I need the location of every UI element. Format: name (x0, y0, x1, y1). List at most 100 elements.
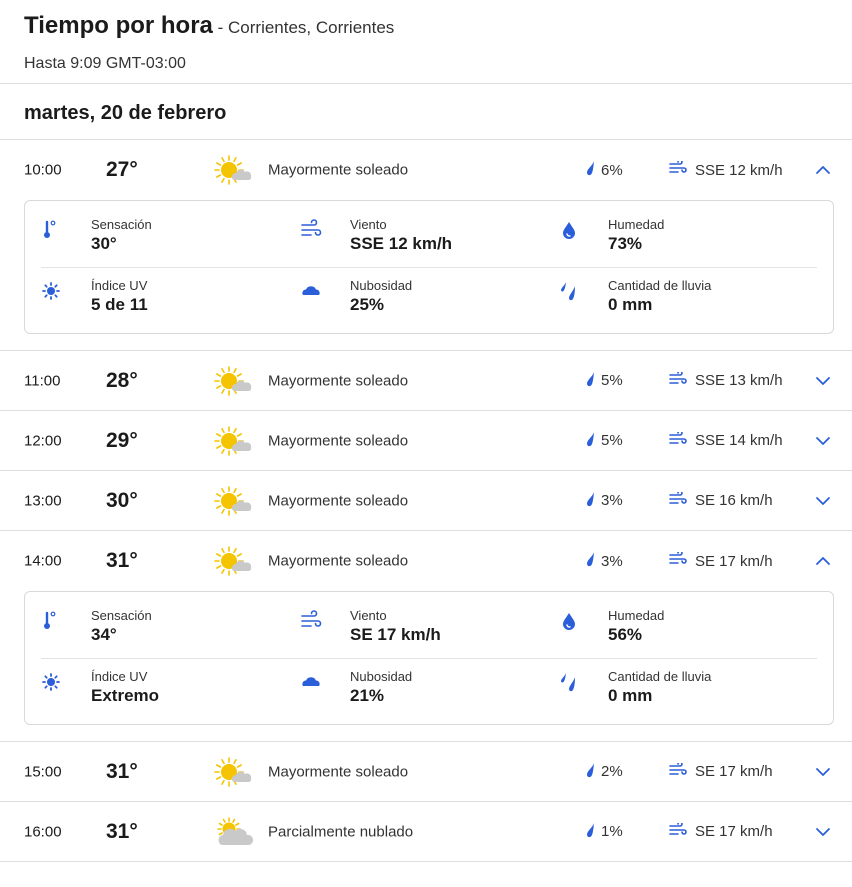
uv-index-label: Índice UV (91, 278, 148, 293)
hour-details-panel: Sensación 34° Viento SE 17 km/h Humedad 56% Ín… (0, 591, 852, 742)
chevron-up-icon[interactable] (813, 551, 833, 571)
hour-temperature: 30° (106, 488, 138, 512)
feels-like-label: Sensación (91, 608, 152, 623)
chevron-up-icon[interactable] (813, 160, 833, 180)
precipitation-value: 3% (601, 552, 623, 570)
chevron-down-icon[interactable] (813, 822, 833, 842)
mostly-sunny-icon (214, 365, 254, 397)
precipitation-value: 3% (601, 492, 623, 509)
rain-amount-icon (558, 671, 580, 693)
humidity: Humedad 56% (558, 608, 798, 652)
raindrop-icon (585, 371, 597, 391)
partly-cloudy-icon (214, 816, 254, 848)
hour-temperature: 29° (106, 428, 138, 452)
wind-icon (669, 429, 687, 450)
thermometer-icon (41, 610, 63, 632)
wind-icon (669, 369, 687, 390)
precipitation-value: 1% (601, 823, 623, 840)
rain-amount: Cantidad de lluvia 0 mm (558, 278, 798, 322)
mostly-sunny-icon (214, 425, 254, 457)
raindrop-icon (585, 431, 597, 451)
precipitation: 3% (585, 491, 623, 511)
details-card: Sensación 34° Viento SE 17 km/h Humedad 56% Ín… (24, 591, 834, 725)
wind-detail: Viento SE 17 km/h (300, 608, 540, 652)
humidity-value: 73% (608, 234, 643, 253)
wind-detail-value: SSE 12 km/h (350, 234, 453, 253)
precipitation-value: 2% (601, 763, 623, 780)
wind: SE 17 km/h (669, 550, 773, 570)
humidity-value: 56% (608, 625, 643, 644)
hour-row-1400[interactable]: 14:00 31° Mayormente soleado 3% SE 17 km… (0, 531, 852, 591)
feels-like-label: Sensación (91, 217, 152, 232)
cloud-cover-label: Nubosidad (350, 669, 413, 684)
uv-index-value: Extremo (91, 686, 160, 705)
feels-like-value: 30° (91, 234, 117, 253)
precipitation-value: 5% (601, 372, 623, 389)
precipitation: 6% (585, 160, 623, 180)
chevron-down-icon[interactable] (813, 491, 833, 511)
page-header: Tiempo por hora - Corrientes, Corrientes… (0, 0, 852, 84)
wind: SSE 13 km/h (669, 369, 783, 390)
cloud-icon (300, 280, 322, 302)
wind-detail-label: Viento (350, 217, 387, 232)
wind-detail-value: SE 17 km/h (350, 625, 441, 644)
cloud-icon (300, 671, 322, 693)
uv-index-icon (41, 280, 63, 302)
rain-amount-value: 0 mm (608, 686, 653, 705)
wind-detail: Viento SSE 12 km/h (300, 217, 540, 261)
precipitation-value: 5% (601, 432, 623, 449)
cloud-cover: Nubosidad 25% (300, 278, 540, 322)
humidity-drop-icon (558, 610, 580, 632)
wind-icon (300, 610, 322, 632)
raindrop-icon (585, 822, 597, 842)
mostly-sunny-icon (214, 154, 254, 186)
chevron-down-icon[interactable] (813, 431, 833, 451)
update-time: Hasta 9:09 GMT-03:00 (24, 55, 186, 72)
feels-like-value: 34° (91, 625, 117, 644)
wind-icon (669, 159, 687, 179)
uv-index-icon (41, 671, 63, 693)
location-label: - Corrientes, Corrientes (212, 18, 395, 37)
wind-value: SE 17 km/h (695, 823, 773, 840)
rain-amount-icon (558, 280, 580, 302)
hour-row-1500[interactable]: 15:00 31° Mayormente soleado 2% SE 17 km… (0, 742, 852, 802)
wind-icon (669, 550, 687, 570)
rain-amount-value: 0 mm (608, 295, 653, 314)
hour-row-1000[interactable]: 10:00 27° Mayormente soleado 6% SSE 12 k… (0, 140, 852, 200)
hour-temperature: 31° (106, 819, 138, 843)
hour-row-1600[interactable]: 16:00 31° Parcialmente nublado 1% SE 17 … (0, 802, 852, 862)
hour-row-1300[interactable]: 13:00 30° Mayormente soleado 3% SE 16 km… (0, 471, 852, 531)
hour-condition: Mayormente soleado (268, 432, 409, 449)
cloud-cover: Nubosidad 21% (300, 669, 540, 713)
raindrop-icon (585, 491, 597, 511)
hour-time: 15:00 (24, 763, 62, 780)
hourly-list: 10:00 27° Mayormente soleado 6% SSE 12 k… (0, 140, 852, 862)
hour-condition: Mayormente soleado (268, 552, 409, 570)
uv-index: Índice UV 5 de 11 (41, 278, 281, 322)
rain-amount: Cantidad de lluvia 0 mm (558, 669, 798, 713)
hour-time: 11:00 (24, 372, 61, 389)
wind-value: SSE 13 km/h (695, 372, 783, 389)
humidity-label: Humedad (608, 217, 665, 232)
uv-index-label: Índice UV (91, 669, 148, 684)
wind-detail-label: Viento (350, 608, 387, 623)
title-line: Tiempo por hora - Corrientes, Corrientes (24, 12, 828, 43)
chevron-down-icon[interactable] (813, 762, 833, 782)
chevron-down-icon[interactable] (813, 371, 833, 391)
wind-icon (669, 760, 687, 781)
precipitation: 1% (585, 822, 623, 842)
raindrop-icon (585, 160, 597, 180)
hour-row-1100[interactable]: 11:00 28° Mayormente soleado 5% SSE 13 k… (0, 351, 852, 411)
precipitation: 3% (585, 551, 623, 571)
hour-time: 12:00 (24, 432, 62, 449)
precipitation-value: 6% (601, 161, 623, 179)
hour-condition: Mayormente soleado (268, 161, 409, 179)
hour-row-1200[interactable]: 12:00 29° Mayormente soleado 5% SSE 14 k… (0, 411, 852, 471)
hour-details-panel: Sensación 30° Viento SSE 12 km/h Humedad 73% Í… (0, 200, 852, 351)
hour-time: 13:00 (24, 492, 62, 509)
divider (41, 658, 817, 659)
humidity-label: Humedad (608, 608, 665, 623)
rain-amount-label: Cantidad de lluvia (608, 278, 712, 293)
hour-condition: Parcialmente nublado (268, 823, 414, 840)
mostly-sunny-icon (214, 545, 254, 577)
